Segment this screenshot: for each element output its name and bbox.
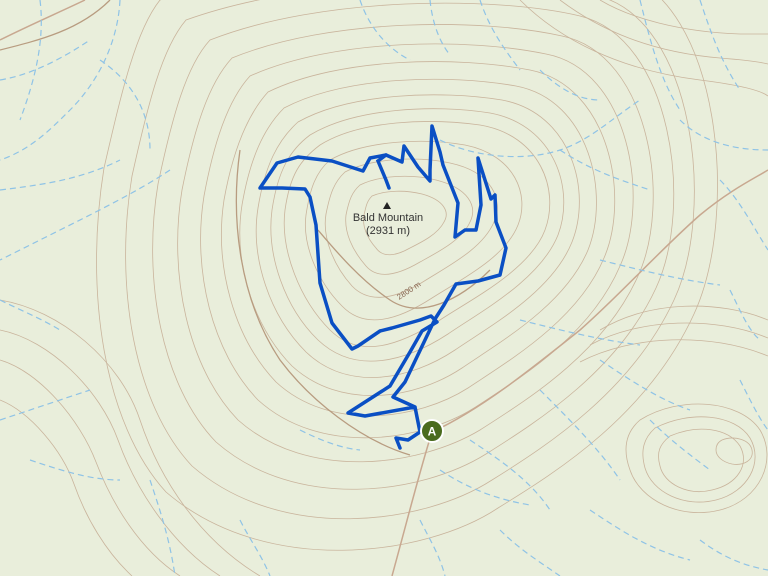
peak-elevation: (2931 m)	[366, 225, 410, 237]
index-contours	[0, 0, 491, 456]
trail-route	[258, 124, 508, 450]
trail-summit-spur	[375, 153, 391, 190]
peak-triangle-icon	[383, 202, 391, 209]
map-canvas[interactable]: Bald Mountain (2931 m) 2800 m A	[0, 0, 768, 576]
contour-elevation-label: 2800 m	[395, 279, 423, 301]
peak-name: Bald Mountain	[353, 212, 423, 224]
contour-lines	[0, 0, 768, 576]
peak[interactable]: Bald Mountain (2931 m)	[353, 202, 423, 237]
start-marker[interactable]: A	[420, 419, 444, 443]
topo-map[interactable]: Bald Mountain (2931 m) 2800 m A	[0, 0, 768, 576]
start-marker-letter: A	[428, 425, 437, 439]
